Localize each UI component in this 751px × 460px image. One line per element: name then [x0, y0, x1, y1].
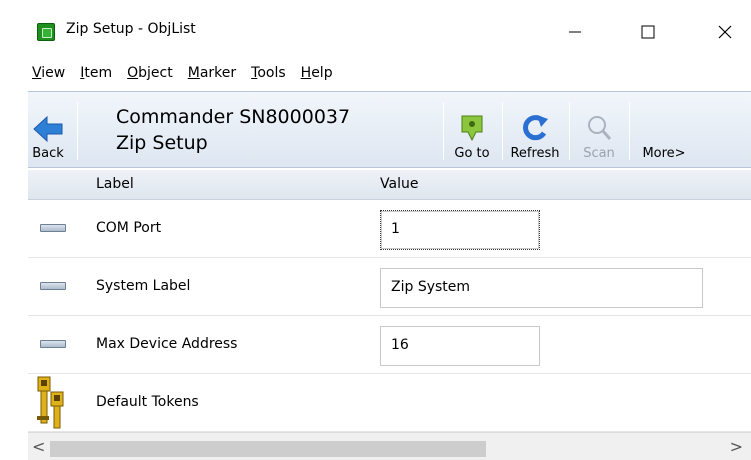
- scroll-right-arrow[interactable]: >: [730, 437, 743, 456]
- back-button[interactable]: Back: [28, 92, 68, 167]
- max-device-address-input[interactable]: 16: [380, 326, 540, 366]
- toolbar-separator: [629, 102, 630, 160]
- page-heading: Commander SN8000037 Zip Setup: [116, 104, 350, 156]
- menu-object-accel: O: [127, 65, 139, 81]
- toolbar: Back Commander SN8000037 Zip Setup Go to…: [28, 91, 751, 168]
- toolbar-separator: [77, 102, 78, 160]
- field-icon: [40, 282, 66, 290]
- toolbar-separator: [569, 102, 570, 160]
- column-value-header[interactable]: Value: [380, 176, 418, 192]
- property-list: COM Port 1 System Label Zip System Max D…: [28, 200, 751, 432]
- column-header: Label Value: [28, 170, 751, 200]
- menu-object-label: bject: [138, 65, 173, 81]
- back-label: Back: [32, 146, 64, 161]
- maximize-button[interactable]: [625, 14, 671, 50]
- menu-bar: View Item Object Marker Tools Help: [0, 58, 751, 88]
- menu-marker[interactable]: Marker: [188, 65, 236, 81]
- menu-tools-label: ools: [257, 65, 286, 81]
- column-label-header[interactable]: Label: [96, 176, 134, 192]
- minimize-icon: [569, 31, 581, 33]
- menu-tools[interactable]: Tools: [251, 65, 286, 81]
- maximize-icon: [641, 25, 655, 39]
- back-arrow-icon: [33, 115, 63, 143]
- scan-button[interactable]: Scan: [574, 92, 624, 167]
- com-port-input[interactable]: 1: [380, 210, 540, 250]
- list-item[interactable]: Default Tokens: [28, 374, 751, 432]
- window-title: Zip Setup - ObjList: [66, 21, 196, 37]
- refresh-button[interactable]: Refresh: [506, 92, 564, 167]
- map-marker-icon: [461, 115, 483, 142]
- scan-label: Scan: [583, 146, 615, 161]
- menu-item[interactable]: Item: [80, 65, 112, 81]
- minimize-button[interactable]: [552, 14, 598, 50]
- horizontal-scrollbar[interactable]: < >: [28, 432, 751, 460]
- field-icon: [40, 340, 66, 348]
- scroll-left-arrow[interactable]: <: [32, 437, 45, 456]
- menu-help-label: elp: [311, 65, 333, 81]
- menu-view[interactable]: View: [32, 65, 65, 81]
- toolbar-separator: [443, 102, 444, 160]
- row-label: Default Tokens: [96, 394, 199, 410]
- row-label: System Label: [96, 278, 191, 294]
- field-icon: [40, 224, 66, 232]
- menu-item-label: tem: [84, 65, 113, 81]
- goto-button[interactable]: Go to: [448, 92, 496, 167]
- more-label: More>: [642, 146, 686, 161]
- close-button[interactable]: [698, 14, 751, 50]
- list-item[interactable]: Max Device Address 16: [28, 316, 751, 374]
- magnifier-icon: [588, 116, 612, 140]
- menu-help-accel: H: [300, 65, 312, 81]
- menu-view-accel: V: [32, 65, 42, 81]
- app-icon: [37, 23, 55, 41]
- menu-help[interactable]: Help: [301, 65, 333, 81]
- system-label-input[interactable]: Zip System: [380, 268, 703, 308]
- row-label: Max Device Address: [96, 336, 238, 352]
- goto-label: Go to: [454, 146, 490, 161]
- title-bar: Zip Setup - ObjList: [0, 0, 751, 58]
- menu-marker-label: arker: [199, 65, 237, 81]
- more-button[interactable]: More>: [634, 92, 694, 167]
- refresh-label: Refresh: [510, 146, 560, 161]
- heading-page: Zip Setup: [116, 132, 208, 154]
- toolbar-separator: [502, 102, 503, 160]
- menu-view-label: iew: [41, 65, 66, 81]
- heading-device: Commander SN8000037: [116, 106, 351, 128]
- list-item[interactable]: COM Port 1: [28, 200, 751, 258]
- keys-icon: [37, 376, 64, 429]
- list-item[interactable]: System Label Zip System: [28, 258, 751, 316]
- scrollbar-thumb[interactable]: [50, 441, 486, 457]
- row-label: COM Port: [96, 220, 162, 236]
- menu-marker-accel: M: [187, 65, 200, 81]
- refresh-icon: [523, 115, 548, 141]
- close-icon: [718, 25, 731, 39]
- menu-object[interactable]: Object: [127, 65, 173, 81]
